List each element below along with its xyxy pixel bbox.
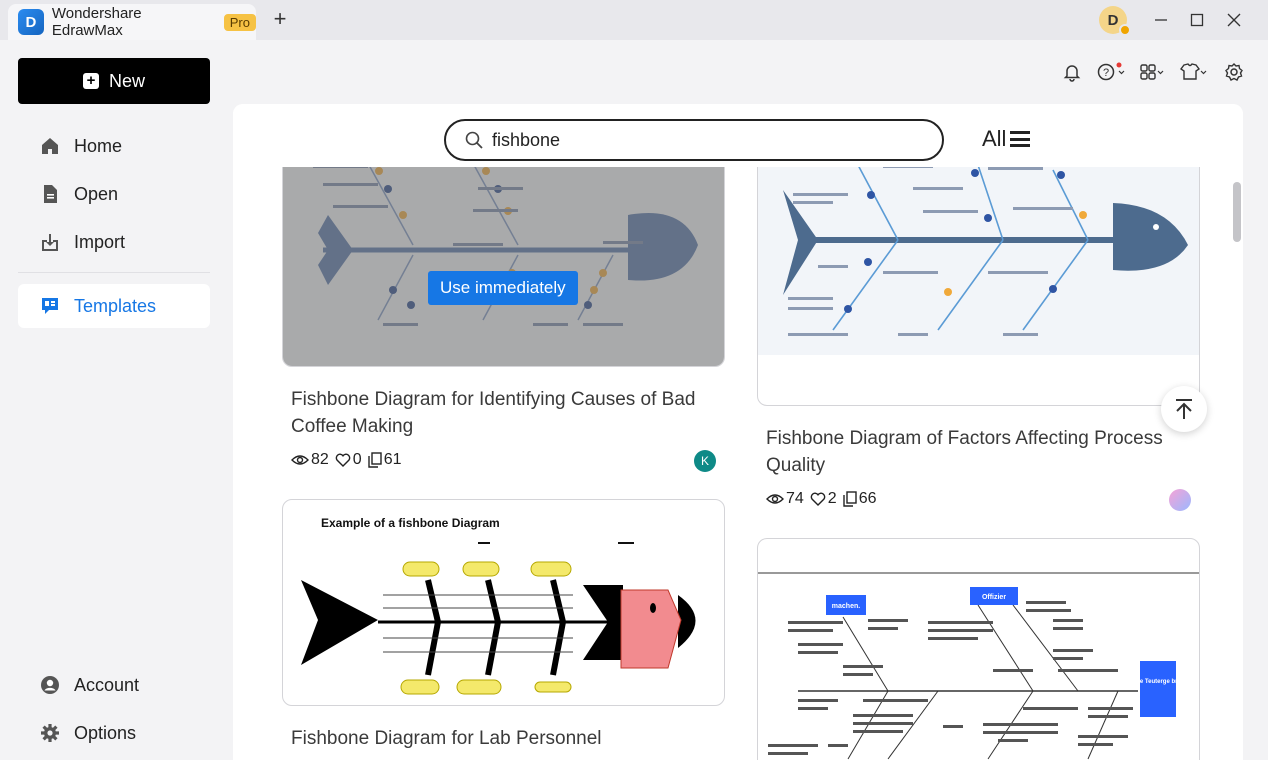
copies-count: 61 bbox=[383, 451, 402, 468]
user-avatar[interactable]: D bbox=[1099, 6, 1131, 36]
views-count: 82 bbox=[311, 451, 329, 468]
template-preview-german-fishbone[interactable]: machen. Offizier Lange Teuterge bnizeit bbox=[757, 538, 1200, 760]
author-avatar[interactable]: K bbox=[694, 450, 716, 472]
likes-stat[interactable]: 0 bbox=[335, 451, 362, 469]
preview-label: machen. bbox=[832, 603, 860, 610]
sidebar-item-open[interactable]: Open bbox=[18, 172, 210, 216]
filter-label: All bbox=[982, 126, 1007, 151]
heart-icon bbox=[335, 453, 351, 467]
use-immediately-button[interactable]: Use immediately bbox=[428, 271, 578, 305]
template-stats: 82 0 61 bbox=[291, 451, 402, 469]
new-tab-button[interactable]: + bbox=[268, 8, 292, 32]
sidebar-item-label: Home bbox=[74, 135, 123, 156]
views-stat: 74 bbox=[766, 490, 804, 508]
copy-icon bbox=[843, 491, 857, 507]
sidebar-item-label: Options bbox=[74, 722, 137, 743]
category-filter-button[interactable]: All bbox=[982, 126, 1031, 152]
close-button[interactable] bbox=[1220, 6, 1248, 34]
likes-stat[interactable]: 2 bbox=[810, 490, 837, 508]
fishbone-preview-process-quality bbox=[758, 145, 1199, 355]
sidebar-item-templates[interactable]: Templates bbox=[18, 284, 210, 328]
sidebar-item-account[interactable]: Account bbox=[18, 663, 210, 707]
plus-icon: + bbox=[82, 73, 99, 89]
sidebar-item-import[interactable]: Import bbox=[18, 220, 210, 264]
app-tab[interactable]: D Wondershare EdrawMax Pro bbox=[8, 4, 256, 40]
edrawmax-logo-icon: D bbox=[18, 9, 44, 35]
home-icon bbox=[40, 136, 60, 156]
fishbone-preview-coffee bbox=[283, 145, 724, 366]
app-name: Wondershare EdrawMax bbox=[51, 5, 142, 39]
new-button[interactable]: + New bbox=[18, 58, 210, 104]
author-avatar[interactable] bbox=[1169, 489, 1191, 511]
preview-label: Offizier bbox=[982, 594, 1006, 601]
templates-icon bbox=[40, 296, 60, 316]
preview-label: Lange Teuterge bnizeit bbox=[1126, 679, 1191, 685]
search-box[interactable]: fishbone bbox=[444, 119, 944, 161]
file-icon bbox=[40, 184, 60, 204]
views-stat: 82 bbox=[291, 451, 329, 469]
scrollbar-thumb[interactable] bbox=[1233, 182, 1241, 242]
minimize-button[interactable] bbox=[1147, 6, 1175, 34]
sidebar-item-label: Account bbox=[74, 674, 140, 695]
arrow-up-icon bbox=[1176, 399, 1192, 419]
likes-count: 0 bbox=[352, 451, 362, 468]
search-header: fishbone All bbox=[233, 104, 1243, 167]
views-count: 74 bbox=[786, 490, 804, 507]
search-input[interactable]: fishbone bbox=[492, 130, 560, 151]
sidebar-item-label: Open bbox=[74, 183, 119, 204]
copies-stat: 66 bbox=[843, 490, 877, 508]
heart-icon bbox=[810, 492, 826, 506]
premium-crown-icon bbox=[1119, 24, 1131, 36]
fishbone-preview-lab bbox=[301, 542, 696, 695]
theme-shirt-icon[interactable] bbox=[1178, 60, 1208, 84]
settings-gear-icon[interactable] bbox=[1224, 60, 1244, 84]
help-icon[interactable]: ? bbox=[1097, 60, 1127, 84]
import-icon bbox=[40, 232, 60, 252]
apps-grid-icon[interactable] bbox=[1139, 60, 1165, 84]
template-preview-lab-personnel[interactable]: Example of a fishbone Diagram bbox=[282, 499, 725, 706]
copy-icon bbox=[368, 452, 382, 468]
menu-icon bbox=[1010, 131, 1031, 147]
copies-count: 66 bbox=[858, 490, 877, 507]
notification-bell-icon[interactable] bbox=[1062, 60, 1082, 84]
eye-icon bbox=[291, 455, 309, 465]
user-initial: D bbox=[1107, 11, 1119, 29]
gear-icon bbox=[40, 723, 60, 743]
maximize-button[interactable] bbox=[1183, 6, 1211, 34]
svg-text:?: ? bbox=[1103, 67, 1109, 79]
template-title[interactable]: Fishbone Diagram for Lab Personnel bbox=[291, 725, 721, 752]
account-icon bbox=[40, 675, 60, 695]
sidebar-item-label: Import bbox=[74, 231, 126, 252]
template-stats: 74 2 66 bbox=[766, 490, 877, 508]
sidebar-item-options[interactable]: Options bbox=[18, 711, 210, 755]
pro-badge: Pro bbox=[223, 13, 256, 31]
preview-heading: Example of a fishbone Diagram bbox=[321, 516, 500, 530]
template-title[interactable]: Fishbone Diagram for Identifying Causes … bbox=[291, 386, 721, 440]
sidebar-item-home[interactable]: Home bbox=[18, 124, 210, 168]
new-button-label: New bbox=[108, 70, 145, 91]
template-title[interactable]: Fishbone Diagram of Factors Affecting Pr… bbox=[766, 425, 1196, 479]
templates-panel: Use immediately Fishbone Diagram for Ide… bbox=[233, 104, 1243, 760]
fishbone-preview-german: machen. Offizier Lange Teuterge bnizeit bbox=[758, 572, 1199, 760]
likes-count: 2 bbox=[827, 490, 837, 507]
title-bar: D Wondershare EdrawMax Pro + D bbox=[0, 0, 1268, 40]
copies-stat: 61 bbox=[368, 451, 402, 469]
template-preview-coffee[interactable]: Use immediately bbox=[282, 144, 725, 367]
template-preview-process-quality[interactable] bbox=[757, 144, 1200, 406]
search-icon bbox=[465, 131, 483, 149]
eye-icon bbox=[766, 494, 784, 504]
sidebar-item-label: Templates bbox=[74, 295, 157, 316]
sidebar-divider bbox=[18, 272, 210, 273]
